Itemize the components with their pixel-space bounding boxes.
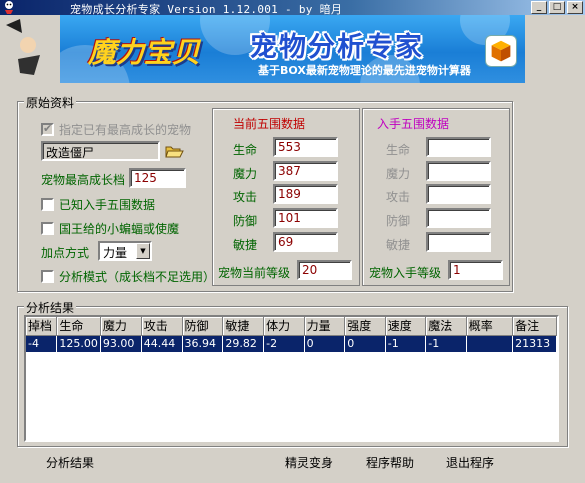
points-method-select[interactable]: 力量 ▼	[98, 241, 152, 261]
king-bat-checkbox[interactable]	[41, 222, 54, 235]
close-button[interactable]: ×	[567, 1, 583, 14]
current-stats-caption: 当前五围数据	[233, 117, 306, 131]
table-cell: 29.82	[222, 335, 265, 352]
initial-mp-label: 魔力	[386, 167, 411, 181]
table-row[interactable]: -4 125.00 93.00 44.44 36.94 29.82 -2 0 0…	[26, 335, 557, 352]
current-level-label: 宠物当前等级	[218, 266, 291, 280]
open-folder-icon[interactable]	[164, 142, 184, 160]
initial-atk-field[interactable]	[426, 184, 491, 204]
current-mp-label: 魔力	[233, 167, 258, 181]
cube-icon	[485, 35, 517, 67]
table-cell: -4	[26, 335, 58, 352]
column-header[interactable]: 力量	[304, 317, 346, 336]
table-cell: -1	[425, 335, 467, 352]
column-header[interactable]: 掉档	[26, 317, 58, 336]
initial-hp-label: 生命	[386, 143, 411, 157]
column-header[interactable]: 敏捷	[222, 317, 265, 336]
raw-data-caption: 原始资料	[24, 94, 77, 111]
points-method-label: 加点方式	[41, 246, 90, 260]
help-button[interactable]: 程序帮助	[366, 454, 414, 471]
column-header[interactable]: 生命	[56, 317, 101, 336]
table-cell: -2	[263, 335, 305, 352]
current-mp-field[interactable]: 387	[273, 161, 338, 181]
column-header[interactable]: 速度	[385, 317, 427, 336]
banner-tagline: 基于BOX最新宠物理论的最先进宠物计算器	[258, 64, 471, 77]
analyze-button[interactable]: 分析结果	[46, 454, 94, 471]
specify-highest-checkbox[interactable]: ✔	[41, 122, 54, 136]
analysis-mode-checkbox[interactable]	[41, 270, 54, 283]
current-agi-label: 敏捷	[233, 238, 258, 252]
current-def-label: 防御	[233, 214, 258, 228]
column-header[interactable]: 魔力	[100, 317, 142, 336]
king-bat-label: 国王给的小蝙蝠或使魔	[59, 222, 180, 236]
column-header[interactable]: 备注	[512, 317, 557, 336]
current-level-field[interactable]: 20	[297, 260, 352, 280]
banner: 魔力宝贝 宠物分析专家 基于BOX最新宠物理论的最先进宠物计算器	[60, 15, 525, 83]
initial-def-field[interactable]	[426, 208, 491, 228]
table-header-row: 掉档 生命 魔力 攻击 防御 敏捷 体力 力量 强度 速度 魔法 概率 备注	[26, 317, 557, 336]
minimize-button[interactable]: _	[531, 1, 547, 14]
table-cell: 36.94	[182, 335, 224, 352]
initial-level-field[interactable]: 1	[448, 260, 503, 280]
column-header[interactable]: 攻击	[141, 317, 183, 336]
table-cell	[466, 335, 514, 352]
initial-stats-caption: 入手五围数据	[377, 117, 450, 131]
initial-hp-field[interactable]	[426, 137, 491, 157]
exit-button[interactable]: 退出程序	[446, 454, 494, 471]
game-logo: 魔力宝贝	[88, 36, 201, 69]
app-icon	[5, 1, 13, 14]
column-header[interactable]: 概率	[466, 317, 514, 336]
current-hp-label: 生命	[233, 143, 258, 157]
specify-highest-label: 指定已有最高成长的宠物	[59, 123, 192, 137]
initial-mp-field[interactable]	[426, 161, 491, 181]
results-caption: 分析结果	[24, 299, 77, 316]
initial-def-label: 防御	[386, 214, 411, 228]
column-header[interactable]: 强度	[344, 317, 386, 336]
column-header[interactable]: 体力	[263, 317, 305, 336]
analysis-mode-label: 分析模式（成长档不足选用）	[59, 270, 216, 284]
known-stats-label: 已知入手五围数据	[59, 198, 156, 212]
results-table[interactable]: 掉档 生命 魔力 攻击 防御 敏捷 体力 力量 强度 速度 魔法 概率 备注 -…	[24, 315, 559, 442]
table-cell: 125.00	[56, 335, 101, 352]
maximize-button[interactable]: □	[549, 1, 565, 14]
known-stats-checkbox[interactable]	[41, 198, 54, 211]
banner-title: 宠物分析专家	[250, 32, 424, 63]
initial-atk-label: 攻击	[386, 190, 411, 204]
pet-name-field[interactable]: 改造僵尸	[41, 141, 160, 161]
chevron-down-icon[interactable]: ▼	[136, 243, 150, 259]
mascot-icon	[6, 19, 40, 75]
initial-level-label: 宠物入手等级	[369, 266, 442, 280]
column-header[interactable]: 魔法	[425, 317, 467, 336]
current-agi-field[interactable]: 69	[273, 232, 338, 252]
table-cell: -1	[385, 335, 427, 352]
max-growth-label: 宠物最高成长档	[41, 173, 126, 187]
initial-agi-field[interactable]	[426, 232, 491, 252]
initial-agi-label: 敏捷	[386, 238, 411, 252]
current-def-field[interactable]: 101	[273, 208, 338, 228]
table-cell: 21313	[512, 335, 557, 352]
table-cell: 44.44	[141, 335, 183, 352]
max-growth-field[interactable]: 125	[129, 168, 186, 188]
current-atk-label: 攻击	[233, 190, 258, 204]
points-method-value: 力量	[103, 246, 128, 260]
current-atk-field[interactable]: 189	[273, 184, 338, 204]
column-header[interactable]: 防御	[182, 317, 224, 336]
table-cell: 93.00	[100, 335, 142, 352]
title-bar[interactable]: 宠物成长分析专家 Version 1.12.001 - by 暗月 _ □ ×	[0, 0, 585, 16]
current-hp-field[interactable]: 553	[273, 137, 338, 157]
table-cell: 0	[304, 335, 346, 352]
table-cell: 0	[344, 335, 386, 352]
banner-mascot-area	[0, 15, 55, 85]
sprite-transform-button[interactable]: 精灵变身	[285, 454, 333, 471]
